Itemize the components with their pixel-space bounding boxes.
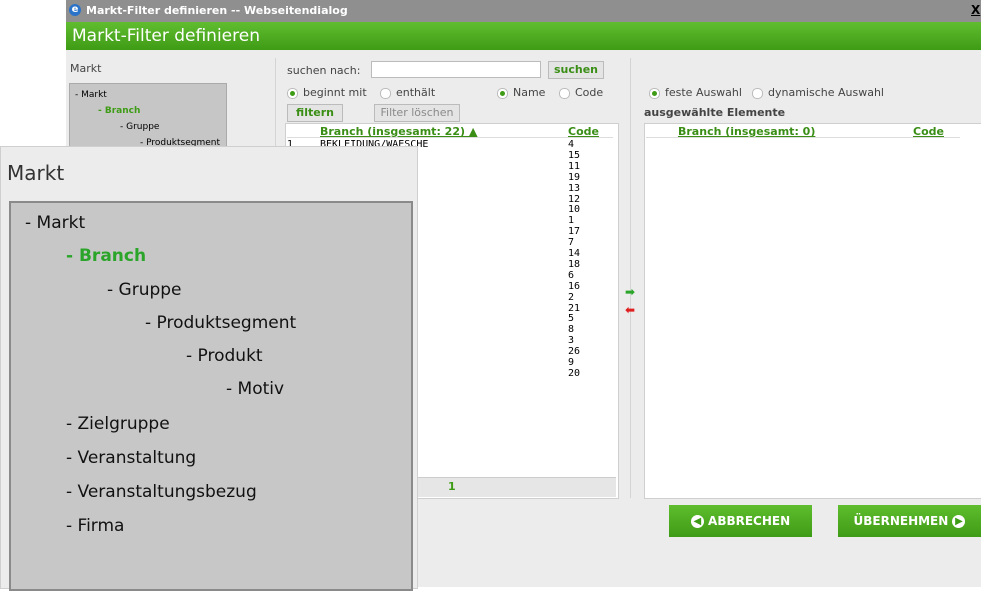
apply-button-label: ÜBERNEHMEN xyxy=(853,514,949,528)
zoom-tree-veranstaltungsbezug[interactable]: - Veranstaltungsbezug xyxy=(66,482,257,502)
row-code: 11 xyxy=(568,160,581,172)
zoom-tree-motiv[interactable]: - Motiv xyxy=(226,379,284,399)
row-code: 16 xyxy=(568,280,581,292)
row-code: 20 xyxy=(568,367,581,379)
arrow-right-icon[interactable]: ➡ xyxy=(625,285,635,299)
radio-feste-dot[interactable] xyxy=(649,87,660,99)
radio-name-dot[interactable] xyxy=(497,87,508,99)
cancel-button[interactable]: ◀ ABBRECHEN xyxy=(669,505,812,537)
title-bar: e Markt-Filter definieren -- Webseitendi… xyxy=(66,0,981,22)
markt-tree-zoom-panel: Markt - Markt - Branch - Gruppe - Produk… xyxy=(0,146,418,591)
radio-name[interactable]: Name xyxy=(497,86,545,99)
clear-filter-button[interactable]: Filter löschen xyxy=(374,104,460,122)
radio-code-dot[interactable] xyxy=(559,87,570,99)
zoom-tree-produktsegment[interactable]: - Produktsegment xyxy=(145,313,296,333)
radio-name-label: Name xyxy=(513,86,546,99)
row-code: 4 xyxy=(568,139,575,150)
header-divider xyxy=(287,137,613,138)
radio-enthaelt-dot[interactable] xyxy=(380,87,391,99)
row-code: 2 xyxy=(568,291,575,303)
row-code: 13 xyxy=(568,182,581,194)
row-code: 19 xyxy=(568,171,581,183)
radio-code[interactable]: Code xyxy=(559,86,603,99)
selected-header-divider xyxy=(646,137,960,138)
row-code: 15 xyxy=(568,149,581,161)
row-code: 6 xyxy=(568,269,575,281)
radio-enthaelt[interactable]: enthält xyxy=(380,86,435,99)
row-code: 18 xyxy=(568,258,581,270)
window-title: Markt-Filter definieren -- Webseitendial… xyxy=(86,4,348,17)
radio-dynamische-dot[interactable] xyxy=(752,87,763,99)
search-input[interactable] xyxy=(371,61,541,78)
zoom-tree-markt[interactable]: - Markt xyxy=(25,213,85,233)
markt-heading: Markt xyxy=(70,62,102,75)
search-button[interactable]: suchen xyxy=(548,61,604,79)
row-code: 14 xyxy=(568,248,581,259)
dialog-header: Markt-Filter definieren xyxy=(66,22,981,50)
radio-code-label: Code xyxy=(575,86,604,99)
radio-feste-auswahl[interactable]: feste Auswahl xyxy=(649,86,742,99)
zoom-tree-produkt[interactable]: - Produkt xyxy=(186,346,263,366)
ie-icon: e xyxy=(69,4,81,16)
markt-tree-large: - Markt - Branch - Gruppe - Produktsegme… xyxy=(9,201,413,591)
search-label: suchen nach: xyxy=(287,64,361,77)
zoom-tree-branch[interactable]: - Branch xyxy=(66,246,146,266)
radio-beginnt-mit[interactable]: beginnt mit xyxy=(287,86,367,99)
zoom-tree-firma[interactable]: - Firma xyxy=(66,516,124,536)
zoom-tree-zielgruppe[interactable]: - Zielgruppe xyxy=(66,414,170,434)
divider-right xyxy=(630,58,631,498)
tree-item-gruppe[interactable]: - Gruppe xyxy=(120,122,159,132)
radio-beginnt-mit-dot[interactable] xyxy=(287,87,298,99)
selected-heading: ausgewählte Elemente xyxy=(644,106,786,119)
forward-circle-icon: ▶ xyxy=(952,515,966,528)
tree-item-markt[interactable]: - Markt xyxy=(75,90,107,100)
page-number[interactable]: 1 xyxy=(448,480,456,493)
radio-beginnt-mit-label: beginnt mit xyxy=(303,86,367,99)
selected-list xyxy=(644,123,981,499)
zoom-markt-heading: Markt xyxy=(7,161,65,185)
zoom-tree-veranstaltung[interactable]: - Veranstaltung xyxy=(66,448,196,468)
zoom-tree-gruppe[interactable]: - Gruppe xyxy=(107,280,182,300)
apply-button[interactable]: ÜBERNEHMEN ▶ xyxy=(838,505,981,537)
dialog-header-title: Markt-Filter definieren xyxy=(72,26,260,46)
radio-enthaelt-label: enthält xyxy=(396,86,436,99)
radio-feste-label: feste Auswahl xyxy=(665,86,742,99)
close-icon[interactable]: X xyxy=(971,3,980,17)
back-circle-icon: ◀ xyxy=(690,515,704,528)
radio-dynamische-label: dynamische Auswahl xyxy=(768,86,884,99)
cancel-button-label: ABBRECHEN xyxy=(708,514,791,528)
radio-dynamische-auswahl[interactable]: dynamische Auswahl xyxy=(752,86,884,99)
row-code: 9 xyxy=(568,357,575,368)
tree-item-branch[interactable]: - Branch xyxy=(98,106,140,116)
arrow-left-icon[interactable]: ⬅ xyxy=(625,303,635,317)
filter-button[interactable]: filtern xyxy=(287,104,343,122)
